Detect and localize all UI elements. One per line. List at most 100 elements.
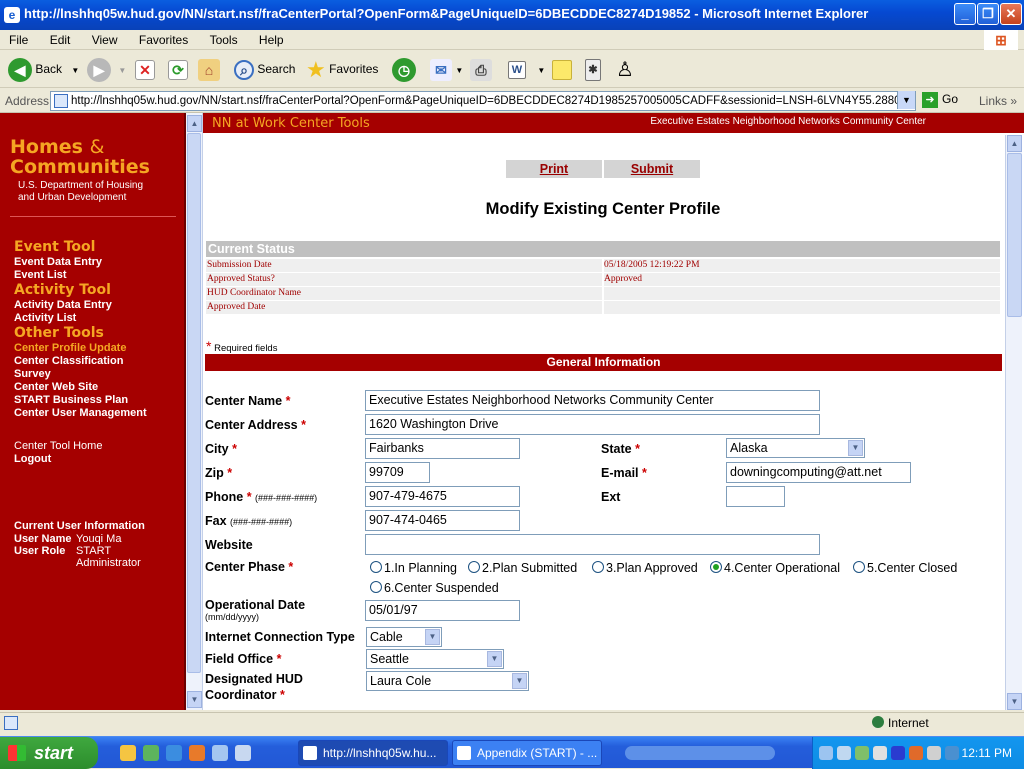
center-address-input[interactable]: 1620 Washington Drive — [365, 414, 820, 435]
address-input[interactable]: http://lnshhq05w.hud.gov/NN/start.nsf/fr… — [50, 91, 916, 111]
maximize-button[interactable]: ❐ — [977, 3, 999, 25]
label-text: State — [601, 442, 632, 456]
content-scroll-thumb[interactable] — [1007, 153, 1022, 317]
quick-launch-icon[interactable] — [120, 745, 136, 761]
nav-center-classification[interactable]: Center Classification — [14, 355, 123, 367]
nav-start-business-plan[interactable]: START Business Plan — [14, 394, 128, 406]
menu-favorites[interactable]: Favorites — [130, 30, 197, 47]
fax-input[interactable]: 907-474-0465 — [365, 510, 520, 531]
refresh-button[interactable]: ⟳ — [168, 56, 188, 82]
radio-button-selected[interactable] — [710, 561, 722, 573]
nav-event-data-entry[interactable]: Event Data Entry — [14, 256, 102, 268]
nav-event-list[interactable]: Event List — [14, 269, 67, 281]
ie-quick-launch-icon[interactable] — [166, 745, 182, 761]
minimize-button[interactable]: _ — [954, 3, 976, 25]
phase-radio-1[interactable]: 1.In Planning — [370, 561, 457, 575]
history-button[interactable]: ◷ — [392, 56, 416, 82]
sidebar-scrollbar[interactable]: ▲ ▼ — [186, 113, 203, 710]
address-dropdown-icon[interactable]: ▼ — [897, 91, 915, 109]
website-input[interactable] — [365, 534, 820, 555]
forward-dropdown-icon[interactable]: ▼ — [118, 66, 126, 75]
tray-icon[interactable] — [873, 746, 887, 760]
mail-dropdown-icon[interactable]: ▼ — [455, 66, 463, 75]
nav-center-web-site[interactable]: Center Web Site — [14, 381, 98, 393]
quick-launch-icon[interactable] — [235, 745, 251, 761]
nav-center-tool-home[interactable]: Center Tool Home — [14, 440, 102, 452]
phase-radio-2[interactable]: 2.Plan Submitted — [468, 561, 577, 575]
window-title-bar[interactable]: e http://lnshhq05w.hud.gov/NN/start.nsf/… — [0, 0, 1024, 30]
tray-icon[interactable] — [891, 746, 905, 760]
phase-radio-5[interactable]: 5.Center Closed — [853, 561, 957, 575]
tray-icon[interactable] — [909, 746, 923, 760]
tray-icon[interactable] — [945, 746, 959, 760]
radio-button[interactable] — [370, 561, 382, 573]
tray-icon[interactable] — [819, 746, 833, 760]
phase-radio-6[interactable]: 6.Center Suspended — [370, 581, 499, 595]
radio-button[interactable] — [468, 561, 480, 573]
task-word-document[interactable]: Appendix (START) - ... — [452, 740, 602, 766]
search-button[interactable]: ⌕ Search — [234, 56, 295, 82]
links-button[interactable]: Links » — [979, 94, 1017, 108]
nav-activity-data-entry[interactable]: Activity Data Entry — [14, 299, 112, 311]
submit-link[interactable]: Submit — [604, 160, 700, 178]
print-link[interactable]: Print — [506, 160, 602, 178]
content-scrollbar[interactable]: ▲ ▼ — [1005, 135, 1022, 710]
operational-date-input[interactable]: 05/01/97 — [365, 600, 520, 621]
nav-center-user-management[interactable]: Center User Management — [14, 407, 147, 419]
email-input[interactable]: downingcomputing@att.net — [726, 462, 911, 483]
radio-button[interactable] — [370, 581, 382, 593]
content-scroll-up-icon[interactable]: ▲ — [1007, 135, 1022, 152]
phase-radio-4[interactable]: 4.Center Operational — [710, 561, 840, 575]
research-button[interactable]: ♙ — [616, 56, 634, 82]
hud-coordinator-select[interactable]: Laura Cole ▼ — [366, 671, 529, 691]
phone-input[interactable]: 907-479-4675 — [365, 486, 520, 507]
task-ie-window[interactable]: http://lnshhq05w.hu... — [298, 740, 448, 766]
menu-file[interactable]: File — [0, 30, 37, 47]
content-scroll-down-icon[interactable]: ▼ — [1007, 693, 1022, 710]
nav-logout[interactable]: Logout — [14, 453, 51, 465]
home-button[interactable]: ⌂ — [198, 56, 220, 82]
field-office-select[interactable]: Seattle ▼ — [366, 649, 504, 669]
quick-launch-icon[interactable] — [212, 745, 228, 761]
firefox-quick-launch-icon[interactable] — [189, 745, 205, 761]
back-button[interactable]: ◀ Back ▼ — [8, 56, 79, 82]
menu-view[interactable]: View — [83, 30, 127, 47]
tray-icon[interactable] — [855, 746, 869, 760]
quick-launch-icon[interactable] — [143, 745, 159, 761]
tray-icon[interactable] — [837, 746, 851, 760]
nav-survey[interactable]: Survey — [14, 368, 51, 380]
media-toolbar[interactable] — [625, 746, 775, 760]
menu-tools[interactable]: Tools — [201, 30, 247, 47]
page-status-icon — [4, 716, 18, 730]
center-name-input[interactable]: Executive Estates Neighborhood Networks … — [365, 390, 820, 411]
close-button[interactable]: ✕ — [1000, 3, 1022, 25]
messenger-button[interactable]: ✱ — [585, 56, 601, 82]
scroll-up-icon[interactable]: ▲ — [187, 115, 202, 132]
state-select[interactable]: Alaska ▼ — [726, 438, 865, 458]
internet-connection-select[interactable]: Cable ▼ — [366, 627, 442, 647]
nav-center-profile-update[interactable]: Center Profile Update — [14, 342, 126, 354]
edit-dropdown-icon[interactable]: ▼ — [537, 66, 545, 75]
favorites-button[interactable]: ★ Favorites — [306, 56, 378, 82]
city-input[interactable]: Fairbanks — [365, 438, 520, 459]
discuss-button[interactable] — [552, 56, 572, 82]
menu-edit[interactable]: Edit — [41, 30, 80, 47]
menu-help[interactable]: Help — [250, 30, 293, 47]
stop-button[interactable]: ✕ — [135, 56, 155, 82]
edit-button[interactable]: W ▼ — [508, 56, 545, 82]
radio-button[interactable] — [853, 561, 865, 573]
ext-input[interactable] — [726, 486, 785, 507]
radio-button[interactable] — [592, 561, 604, 573]
print-toolbar-button[interactable]: ⎙ — [470, 56, 492, 82]
scroll-down-icon[interactable]: ▼ — [187, 691, 202, 708]
go-button[interactable]: ➜ Go — [922, 92, 958, 108]
nav-activity-list[interactable]: Activity List — [14, 312, 76, 324]
phase-radio-3[interactable]: 3.Plan Approved — [592, 561, 698, 575]
forward-button[interactable]: ▶ ▼ — [87, 56, 126, 82]
scroll-thumb[interactable] — [187, 133, 201, 673]
start-button[interactable]: start — [0, 737, 98, 769]
back-dropdown-icon[interactable]: ▼ — [71, 66, 79, 75]
zip-input[interactable]: 99709 — [365, 462, 430, 483]
mail-button[interactable]: ✉ ▼ — [430, 56, 463, 82]
tray-icon[interactable] — [927, 746, 941, 760]
